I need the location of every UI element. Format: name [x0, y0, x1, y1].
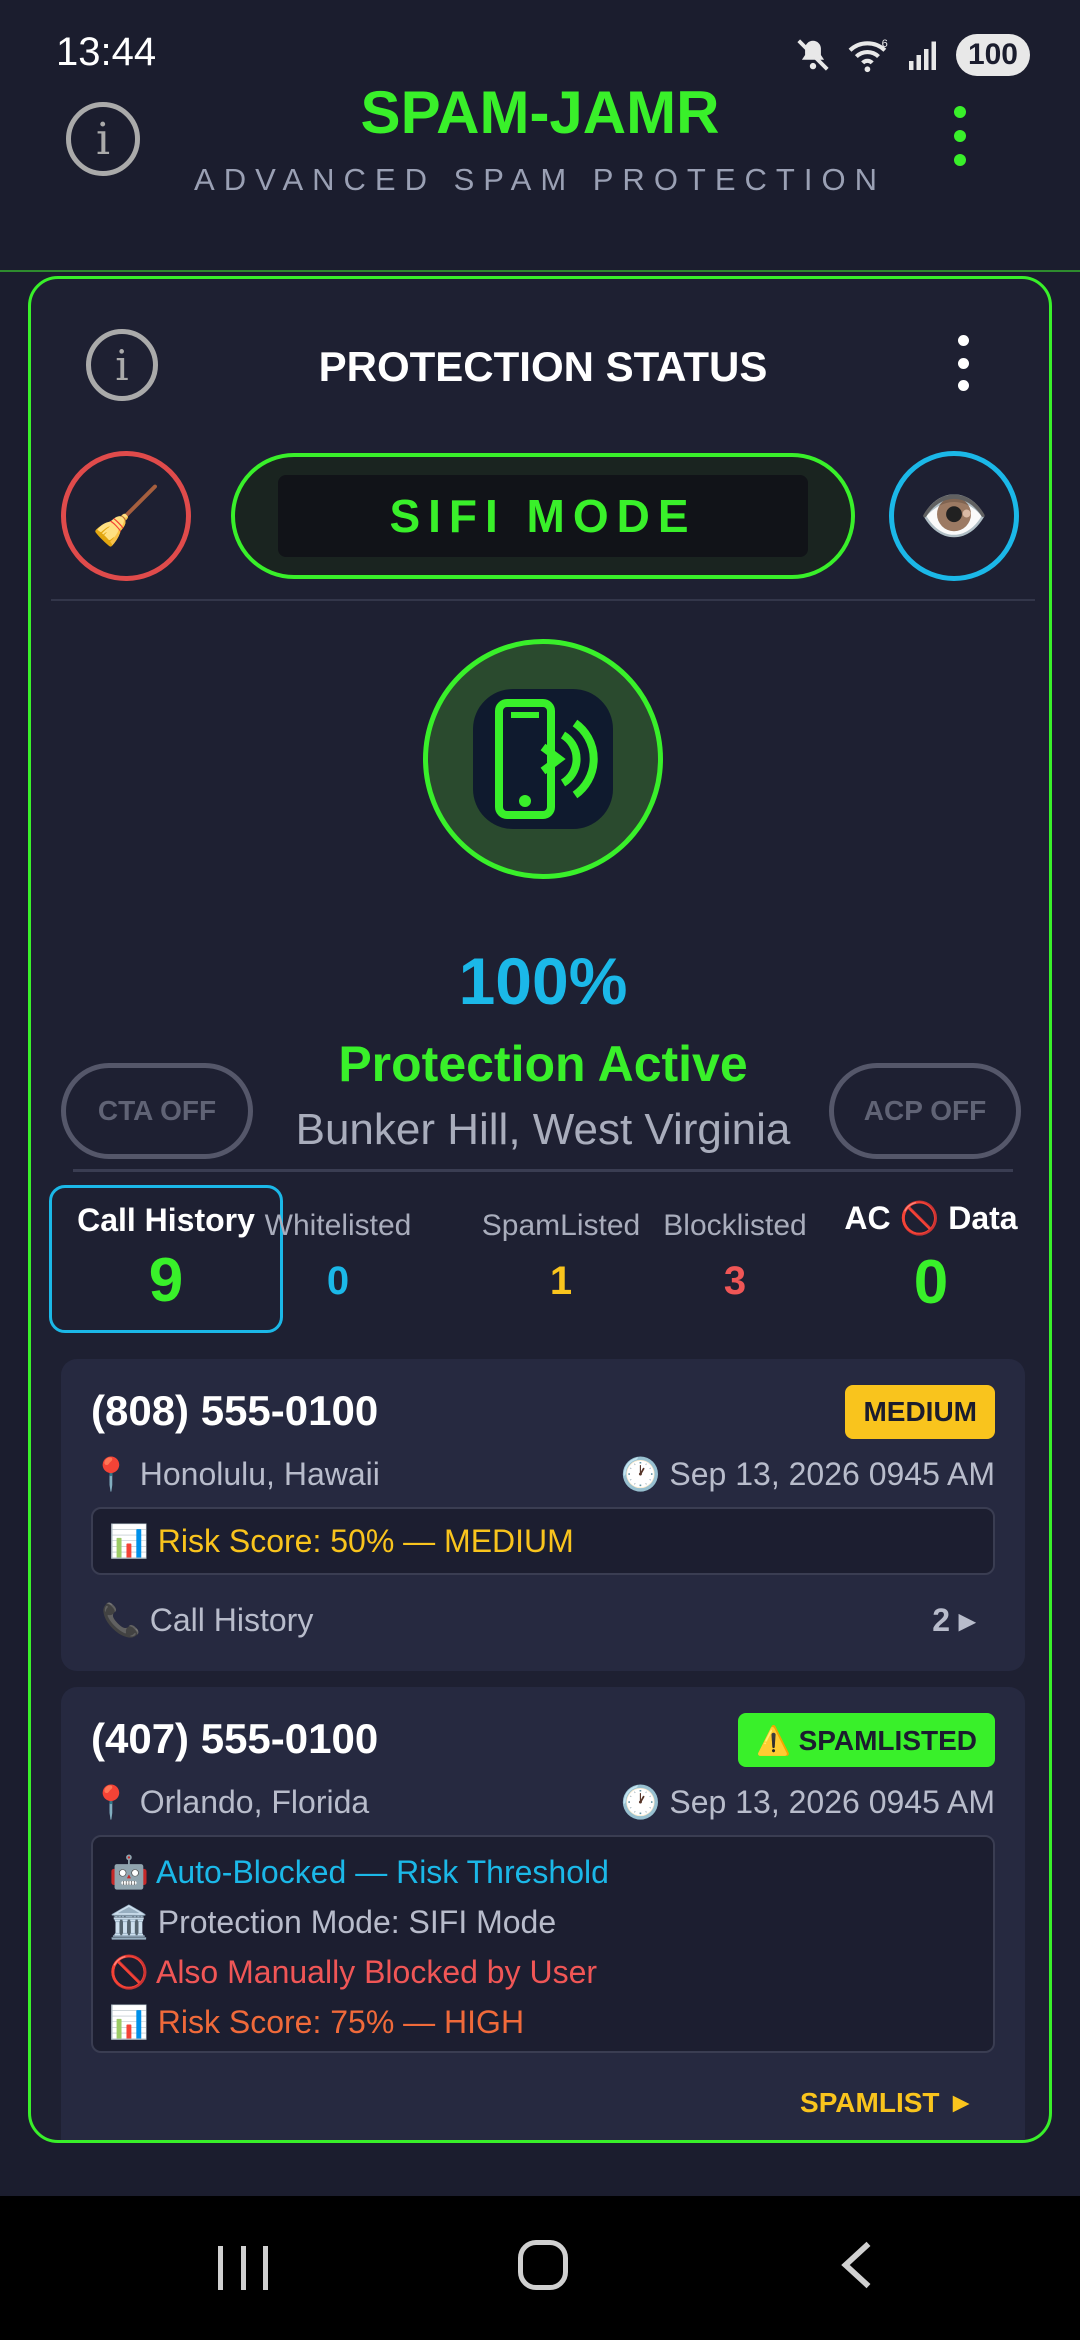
manual-block-note: 🚫 Also Manually Blocked by User	[109, 1954, 598, 1990]
wifi-generation: 6	[882, 38, 888, 50]
call-date: 🕐 Sep 13, 2026 0945 AM	[620, 1456, 995, 1492]
call-history-link[interactable]: 📞 Call History	[101, 1601, 313, 1639]
stat-value: 3	[723, 1259, 747, 1303]
call-phone-number: (808) 555-0100	[91, 1387, 379, 1434]
call-history-count[interactable]: 2 ▸	[932, 1601, 975, 1639]
spamlist-link[interactable]: SPAMLIST ►	[800, 2087, 975, 2119]
call-detail-box: 📊 Risk Score: 50% — MEDIUM	[91, 1507, 995, 1575]
view-eye-button[interactable]: 👁️	[889, 451, 1019, 581]
app-title: SPAM-JAMR	[360, 79, 720, 146]
stat-value: 0	[913, 1248, 949, 1317]
stat-label: Blocklisted	[663, 1209, 807, 1242]
app-header: i SPAM-JAMR ADVANCED SPAM PROTECTION	[0, 70, 1080, 272]
call-list-item[interactable]: (407) 555-0100 ⚠️ SPAMLISTED 📍 Orlando, …	[61, 1687, 1025, 2140]
call-list-item[interactable]: (808) 555-0100 MEDIUM 📍 Honolulu, Hawaii…	[61, 1359, 1025, 1671]
back-icon[interactable]	[834, 2240, 880, 2290]
system-nav-bar	[0, 2196, 1080, 2340]
cta-toggle-button[interactable]: CTA OFF	[61, 1063, 253, 1159]
auto-blocked-note: 🤖 Auto-Blocked — Risk Threshold	[109, 1854, 609, 1890]
stat-whitelisted[interactable]: Whitelisted 0	[201, 1209, 475, 1304]
stat-label: AC 🚫 Data	[844, 1200, 1018, 1236]
protection-percent: 100%	[458, 944, 628, 1018]
call-detail-box: 🤖 Auto-Blocked — Risk Threshold 🏛️ Prote…	[91, 1835, 995, 2053]
mode-label: SIFI MODE	[278, 475, 808, 557]
stat-label: Whitelisted	[264, 1209, 412, 1242]
more-vertical-icon[interactable]	[948, 106, 972, 166]
recents-button[interactable]	[218, 2246, 268, 2290]
wifi-icon: 6	[848, 38, 888, 73]
risk-badge: MEDIUM	[845, 1385, 995, 1439]
stat-spamlisted[interactable]: SpamListed 1	[461, 1209, 661, 1304]
card-title: PROTECTION STATUS	[318, 343, 768, 390]
home-button[interactable]	[518, 2240, 568, 2290]
stat-label: SpamListed	[481, 1209, 641, 1242]
screen: 13:44 6 1 0 0 i SPAM-JAMR ADVANCED SPAM PR…	[0, 0, 1080, 2340]
mode-toggle-button[interactable]: SIFI MODE	[231, 453, 855, 579]
clock: 13:44	[56, 30, 157, 74]
card-menu-icon[interactable]	[953, 335, 973, 391]
call-location: 📍 Orlando, Florida	[91, 1784, 370, 1820]
acp-toggle-button[interactable]: ACP OFF	[829, 1063, 1021, 1159]
protection-mode-note: 🏛️ Protection Mode: SIFI Mode	[109, 1904, 557, 1940]
signal-icon	[908, 41, 936, 70]
stat-value: 1	[549, 1259, 573, 1303]
protection-status-card: i PROTECTION STATUS 🧹 SIFI MODE 👁️ 100% …	[28, 276, 1052, 2143]
app-subtitle: ADVANCED SPAM PROTECTION	[194, 162, 886, 197]
risk-score: 📊 Risk Score: 75% — HIGH	[109, 2004, 525, 2040]
divider	[73, 1169, 1013, 1172]
mute-icon	[797, 39, 829, 71]
blocked-icon: 🚫	[899, 1200, 940, 1236]
clear-broom-button[interactable]: 🧹	[61, 451, 191, 581]
call-location: 📍 Honolulu, Hawaii	[91, 1456, 380, 1492]
eye-icon: 👁️	[919, 484, 989, 547]
stat-ac-data[interactable]: AC 🚫 Data 0	[831, 1199, 1031, 1318]
divider	[51, 599, 1035, 601]
phone-signal-icon	[495, 699, 598, 819]
call-phone-number: (407) 555-0100	[91, 1715, 379, 1762]
spamlisted-badge: ⚠️ SPAMLISTED	[737, 1713, 995, 1767]
protection-status-icon[interactable]	[423, 639, 663, 879]
stat-value: 0	[326, 1259, 350, 1303]
risk-score: 📊 Risk Score: 50% — MEDIUM	[109, 1523, 574, 1559]
stat-blocklisted[interactable]: Blocklisted 3	[635, 1209, 835, 1304]
call-date: 🕐 Sep 13, 2026 0945 AM	[620, 1784, 995, 1820]
broom-icon: 🧹	[91, 484, 161, 547]
